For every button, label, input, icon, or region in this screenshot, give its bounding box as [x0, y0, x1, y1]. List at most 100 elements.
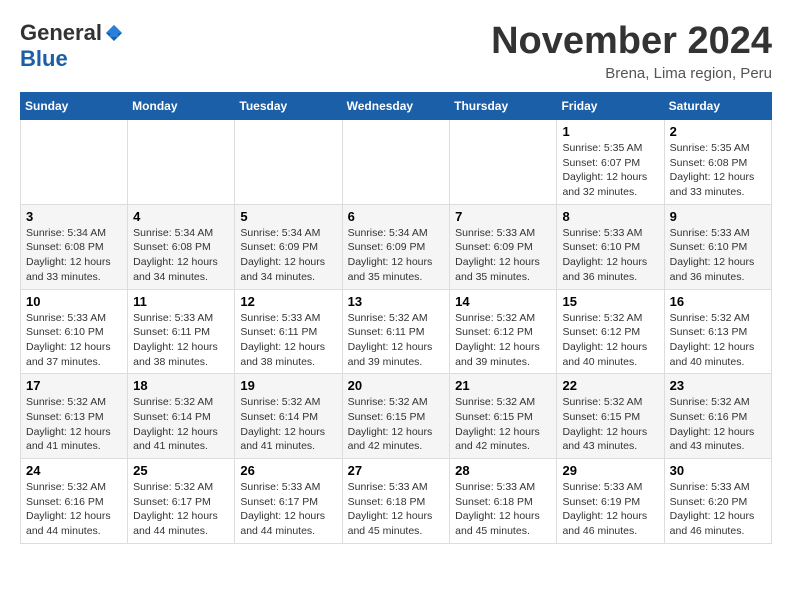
calendar-cell: 14 Sunrise: 5:32 AMSunset: 6:12 PMDayligh… — [450, 289, 557, 374]
day-info: Sunrise: 5:34 AMSunset: 6:09 PMDaylight:… — [240, 226, 336, 285]
day-number: 6 — [348, 209, 445, 224]
day-number: 29 — [562, 463, 658, 478]
day-info: Sunrise: 5:35 AMSunset: 6:08 PMDaylight:… — [670, 141, 766, 200]
month-title: November 2024 — [491, 20, 772, 63]
day-info: Sunrise: 5:33 AMSunset: 6:17 PMDaylight:… — [240, 480, 336, 539]
calendar-cell: 16 Sunrise: 5:32 AMSunset: 6:13 PMDayligh… — [664, 289, 771, 374]
calendar-cell: 9 Sunrise: 5:33 AMSunset: 6:10 PMDaylight… — [664, 204, 771, 289]
calendar-cell — [21, 120, 128, 205]
day-number: 2 — [670, 124, 766, 139]
calendar-header-sunday: Sunday — [21, 93, 128, 120]
day-info: Sunrise: 5:32 AMSunset: 6:12 PMDaylight:… — [455, 311, 551, 370]
logo-blue: Blue — [20, 46, 68, 72]
day-info: Sunrise: 5:34 AMSunset: 6:08 PMDaylight:… — [26, 226, 122, 285]
calendar-cell: 15 Sunrise: 5:32 AMSunset: 6:12 PMDayligh… — [557, 289, 664, 374]
day-number: 14 — [455, 294, 551, 309]
day-info: Sunrise: 5:33 AMSunset: 6:11 PMDaylight:… — [240, 311, 336, 370]
day-number: 23 — [670, 378, 766, 393]
calendar-cell — [128, 120, 235, 205]
calendar-cell: 19 Sunrise: 5:32 AMSunset: 6:14 PMDayligh… — [235, 374, 342, 459]
calendar-cell: 29 Sunrise: 5:33 AMSunset: 6:19 PMDayligh… — [557, 459, 664, 544]
day-info: Sunrise: 5:33 AMSunset: 6:18 PMDaylight:… — [348, 480, 445, 539]
logo: General Blue — [20, 20, 124, 72]
day-info: Sunrise: 5:35 AMSunset: 6:07 PMDaylight:… — [562, 141, 658, 200]
calendar-cell: 25 Sunrise: 5:32 AMSunset: 6:17 PMDayligh… — [128, 459, 235, 544]
day-info: Sunrise: 5:32 AMSunset: 6:16 PMDaylight:… — [670, 395, 766, 454]
day-number: 27 — [348, 463, 445, 478]
day-info: Sunrise: 5:33 AMSunset: 6:19 PMDaylight:… — [562, 480, 658, 539]
day-number: 17 — [26, 378, 122, 393]
day-info: Sunrise: 5:32 AMSunset: 6:13 PMDaylight:… — [670, 311, 766, 370]
calendar-week-3: 10 Sunrise: 5:33 AMSunset: 6:10 PMDayligh… — [21, 289, 772, 374]
calendar-header-row: SundayMondayTuesdayWednesdayThursdayFrid… — [21, 93, 772, 120]
calendar-cell: 4Sunrise: 5:34 AMSunset: 6:08 PMDaylight… — [128, 204, 235, 289]
day-info: Sunrise: 5:32 AMSunset: 6:13 PMDaylight:… — [26, 395, 122, 454]
calendar-cell: 1Sunrise: 5:35 AMSunset: 6:07 PMDaylight… — [557, 120, 664, 205]
calendar-cell: 12 Sunrise: 5:33 AMSunset: 6:11 PMDayligh… — [235, 289, 342, 374]
day-info: Sunrise: 5:32 AMSunset: 6:15 PMDaylight:… — [348, 395, 445, 454]
calendar-header-tuesday: Tuesday — [235, 93, 342, 120]
calendar-week-4: 17 Sunrise: 5:32 AMSunset: 6:13 PMDayligh… — [21, 374, 772, 459]
day-info: Sunrise: 5:32 AMSunset: 6:12 PMDaylight:… — [562, 311, 658, 370]
calendar-cell: 13Sunrise: 5:32 AMSunset: 6:11 PMDayligh… — [342, 289, 450, 374]
calendar-cell: 18Sunrise: 5:32 AMSunset: 6:14 PMDayligh… — [128, 374, 235, 459]
day-info: Sunrise: 5:33 AMSunset: 6:10 PMDaylight:… — [26, 311, 122, 370]
day-info: Sunrise: 5:33 AMSunset: 6:20 PMDaylight:… — [670, 480, 766, 539]
day-number: 15 — [562, 294, 658, 309]
calendar-header-monday: Monday — [128, 93, 235, 120]
calendar-cell: 24Sunrise: 5:32 AMSunset: 6:16 PMDayligh… — [21, 459, 128, 544]
day-info: Sunrise: 5:32 AMSunset: 6:16 PMDaylight:… — [26, 480, 122, 539]
day-number: 11 — [133, 294, 229, 309]
calendar-cell: 28 Sunrise: 5:33 AMSunset: 6:18 PMDayligh… — [450, 459, 557, 544]
day-number: 16 — [670, 294, 766, 309]
day-number: 3 — [26, 209, 122, 224]
calendar-cell: 2 Sunrise: 5:35 AMSunset: 6:08 PMDaylight… — [664, 120, 771, 205]
day-number: 9 — [670, 209, 766, 224]
day-info: Sunrise: 5:33 AMSunset: 6:11 PMDaylight:… — [133, 311, 229, 370]
day-number: 20 — [348, 378, 445, 393]
calendar-cell: 8Sunrise: 5:33 AMSunset: 6:10 PMDaylight… — [557, 204, 664, 289]
calendar-week-1: 1Sunrise: 5:35 AMSunset: 6:07 PMDaylight… — [21, 120, 772, 205]
calendar-cell: 20 Sunrise: 5:32 AMSunset: 6:15 PMDayligh… — [342, 374, 450, 459]
day-info: Sunrise: 5:33 AMSunset: 6:09 PMDaylight:… — [455, 226, 551, 285]
day-number: 7 — [455, 209, 551, 224]
calendar-cell — [450, 120, 557, 205]
day-number: 4 — [133, 209, 229, 224]
calendar-cell: 3 Sunrise: 5:34 AMSunset: 6:08 PMDaylight… — [21, 204, 128, 289]
day-number: 25 — [133, 463, 229, 478]
day-number: 8 — [562, 209, 658, 224]
calendar-cell: 22Sunrise: 5:32 AMSunset: 6:15 PMDayligh… — [557, 374, 664, 459]
location: Brena, Lima region, Peru — [491, 65, 772, 82]
calendar-week-2: 3 Sunrise: 5:34 AMSunset: 6:08 PMDaylight… — [21, 204, 772, 289]
day-info: Sunrise: 5:32 AMSunset: 6:11 PMDaylight:… — [348, 311, 445, 370]
logo-icon — [104, 23, 124, 43]
day-info: Sunrise: 5:32 AMSunset: 6:15 PMDaylight:… — [455, 395, 551, 454]
calendar-cell: 6Sunrise: 5:34 AMSunset: 6:09 PMDaylight… — [342, 204, 450, 289]
calendar-header-saturday: Saturday — [664, 93, 771, 120]
calendar-cell: 5Sunrise: 5:34 AMSunset: 6:09 PMDaylight… — [235, 204, 342, 289]
calendar-cell: 7 Sunrise: 5:33 AMSunset: 6:09 PMDaylight… — [450, 204, 557, 289]
day-info: Sunrise: 5:32 AMSunset: 6:14 PMDaylight:… — [133, 395, 229, 454]
day-number: 12 — [240, 294, 336, 309]
day-info: Sunrise: 5:33 AMSunset: 6:18 PMDaylight:… — [455, 480, 551, 539]
day-number: 21 — [455, 378, 551, 393]
calendar-cell: 30 Sunrise: 5:33 AMSunset: 6:20 PMDayligh… — [664, 459, 771, 544]
logo-general: General — [20, 20, 102, 46]
calendar-cell — [342, 120, 450, 205]
calendar-week-5: 24Sunrise: 5:32 AMSunset: 6:16 PMDayligh… — [21, 459, 772, 544]
day-info: Sunrise: 5:32 AMSunset: 6:17 PMDaylight:… — [133, 480, 229, 539]
calendar-cell: 17 Sunrise: 5:32 AMSunset: 6:13 PMDayligh… — [21, 374, 128, 459]
day-number: 10 — [26, 294, 122, 309]
day-number: 30 — [670, 463, 766, 478]
calendar-header-thursday: Thursday — [450, 93, 557, 120]
day-number: 26 — [240, 463, 336, 478]
day-number: 28 — [455, 463, 551, 478]
day-number: 19 — [240, 378, 336, 393]
calendar-cell: 23 Sunrise: 5:32 AMSunset: 6:16 PMDayligh… — [664, 374, 771, 459]
calendar-table: SundayMondayTuesdayWednesdayThursdayFrid… — [20, 92, 772, 544]
calendar-cell: 11 Sunrise: 5:33 AMSunset: 6:11 PMDayligh… — [128, 289, 235, 374]
day-info: Sunrise: 5:33 AMSunset: 6:10 PMDaylight:… — [670, 226, 766, 285]
calendar-cell: 10 Sunrise: 5:33 AMSunset: 6:10 PMDayligh… — [21, 289, 128, 374]
day-info: Sunrise: 5:32 AMSunset: 6:14 PMDaylight:… — [240, 395, 336, 454]
calendar-cell — [235, 120, 342, 205]
